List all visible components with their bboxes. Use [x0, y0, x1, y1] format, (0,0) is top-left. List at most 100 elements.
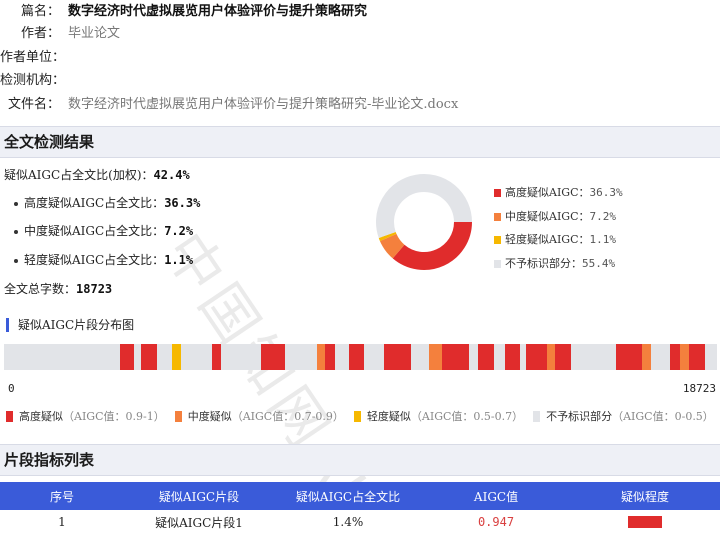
col-ratio-header: 疑似AIGC占全文比	[295, 489, 401, 504]
distribution-segment-high[interactable]	[441, 344, 469, 370]
donut-slice-2	[378, 231, 397, 242]
distribution-segment-high[interactable]	[477, 344, 495, 370]
distribution-bar	[4, 344, 717, 370]
legend-swatch	[174, 411, 182, 422]
overall-label: 疑似AIGC占全文比(加权)：	[4, 168, 154, 182]
total-stat: 全文总字数：18723	[4, 280, 112, 297]
distribution-segment-high[interactable]	[689, 344, 706, 370]
legend-value: 7.2%	[589, 209, 617, 223]
table-header: 序号 疑似AIGC片段 疑似AIGC占全文比 AIGC值 疑似程度	[0, 482, 720, 510]
title-value: 数字经济时代虚拟展览用户体验评价与提升策略研究	[68, 4, 368, 19]
legend-label: 高度疑似	[19, 410, 63, 423]
meta-file-row: 文件名： 数字经济时代虚拟展览用户体验评价与提升策略研究-毕业论文.docx	[0, 95, 458, 115]
distribution-segment-mid[interactable]	[428, 344, 442, 370]
meta-unit-row: 作者单位：	[0, 48, 73, 68]
axis-min-label: 0	[8, 382, 15, 395]
distribution-legend-item: 轻度疑似（AIGC值：0.5-0.7）	[353, 410, 524, 423]
legend-swatch	[494, 189, 501, 197]
legend-value: 55.4%	[582, 256, 616, 270]
donut-slice-1	[379, 233, 405, 259]
legend-note: （AIGC值：0.9-1）	[63, 410, 165, 423]
distribution-segment-mid[interactable]	[679, 344, 690, 370]
distribution-segment-high[interactable]	[260, 344, 285, 370]
meta-org-row: 检测机构：	[0, 71, 73, 91]
low-value: 1.1%	[164, 253, 194, 267]
row-ratio: 1.4%	[332, 515, 364, 529]
bullet-icon	[14, 258, 18, 263]
distribution-segment-mid[interactable]	[547, 344, 555, 370]
file-value: 数字经济时代虚拟展览用户体验评价与提升策略研究-毕业论文.docx	[68, 97, 459, 112]
high-value: 36.3%	[164, 196, 201, 210]
table-row[interactable]: 1 疑似AIGC片段1 1.4% 0.947	[0, 510, 720, 534]
row-index: 1	[58, 515, 66, 529]
result-heading: 全文检测结果	[0, 126, 720, 158]
legend-value: 1.1%	[589, 233, 617, 246]
donut-legend-item: 轻度疑似AIGC：1.1%	[494, 231, 616, 247]
col-level-header: 疑似程度	[620, 489, 669, 504]
distribution-segment-high[interactable]	[325, 344, 336, 370]
distribution-segment-high[interactable]	[384, 344, 411, 370]
row-segment-link[interactable]: 疑似AIGC片段1	[124, 510, 274, 534]
legend-note: （AIGC值：0-0.5）	[612, 410, 714, 423]
high-stat: 高度疑似AIGC占全文比：36.3%	[14, 194, 200, 211]
bullet-icon	[14, 201, 18, 206]
legend-label: 轻度疑似	[366, 410, 411, 423]
distribution-segment-high[interactable]	[525, 344, 548, 370]
org-label: 检测机构：	[0, 73, 66, 88]
col-segment-header: 疑似AIGC片段	[158, 489, 240, 504]
total-value: 18723	[76, 282, 113, 296]
distribution-segment-high[interactable]	[141, 344, 158, 370]
file-label: 文件名：	[7, 97, 60, 112]
distribution-legend-item: 高度疑似（AIGC值：0.9-1）	[6, 410, 165, 423]
legend-swatch	[353, 411, 361, 422]
meta-title-row: 篇名： 数字经济时代虚拟展览用户体验评价与提升策略研究	[0, 2, 367, 22]
mid-stat: 中度疑似AIGC占全文比：7.2%	[14, 222, 193, 239]
legend-label: 不予标识部分	[546, 410, 613, 423]
legend-swatch	[494, 259, 501, 268]
axis-max-label: 18723	[682, 382, 716, 395]
donut-slice-3	[376, 174, 472, 238]
distribution-segment-high[interactable]	[211, 344, 222, 370]
distribution-segment-high[interactable]	[120, 344, 135, 370]
donut-legend-item: 高度疑似AIGC：36.3%	[494, 184, 623, 200]
legend-swatch	[533, 411, 541, 422]
high-label: 高度疑似AIGC占全文比：	[24, 196, 165, 210]
legend-label: 轻度疑似AIGC：	[505, 233, 590, 246]
low-stat: 轻度疑似AIGC占全文比：1.1%	[14, 251, 193, 268]
mid-value: 7.2%	[164, 224, 194, 238]
distribution-segment-low[interactable]	[172, 344, 182, 370]
low-label: 轻度疑似AIGC占全文比：	[24, 253, 165, 267]
level-swatch	[628, 516, 662, 528]
distribution-segment-mid[interactable]	[642, 344, 652, 370]
total-label: 全文总字数：	[4, 282, 77, 296]
legend-label: 高度疑似AIGC：	[505, 186, 590, 199]
bullet-icon	[14, 229, 18, 234]
overall-stat: 疑似AIGC占全文比(加权)：42.4%	[4, 166, 190, 183]
donut-slice-0	[392, 221, 472, 270]
col-aigc-header: AIGC值	[473, 489, 519, 504]
table-heading: 片段指标列表	[0, 444, 720, 476]
col-index-header: 序号	[49, 489, 74, 504]
distribution-legend-item: 中度疑似（AIGC值：0.7-0.9）	[174, 410, 344, 423]
distribution-segment-high[interactable]	[349, 344, 365, 370]
overall-value: 42.4%	[153, 168, 190, 182]
row-aigc-value: 0.947	[477, 515, 515, 529]
distribution-legend: 高度疑似（AIGC值：0.9-1） 中度疑似（AIGC值：0.7-0.9） 轻度疑似…	[6, 408, 720, 424]
legend-note: （AIGC值：0.5-0.7）	[410, 410, 524, 423]
distribution-segment-high[interactable]	[616, 344, 643, 370]
donut-legend-item: 中度疑似AIGC：7.2%	[494, 208, 616, 224]
meta-author-row: 作者： 毕业论文	[0, 24, 120, 44]
distribution-segment-mid[interactable]	[317, 344, 326, 370]
row-level	[570, 510, 720, 534]
aigc-donut-chart	[376, 174, 472, 270]
distribution-title: 疑似AIGC片段分布图	[6, 318, 134, 332]
legend-swatch	[494, 236, 501, 244]
distribution-segment-high[interactable]	[554, 344, 571, 370]
distribution-segment-high[interactable]	[504, 344, 520, 370]
donut-legend-item: 不予标识部分：55.4%	[494, 255, 615, 271]
legend-label: 中度疑似	[187, 410, 232, 423]
legend-swatch	[6, 411, 13, 422]
distribution-segment-high[interactable]	[670, 344, 680, 370]
title-label: 篇名：	[20, 4, 60, 19]
author-label: 作者：	[20, 26, 60, 41]
